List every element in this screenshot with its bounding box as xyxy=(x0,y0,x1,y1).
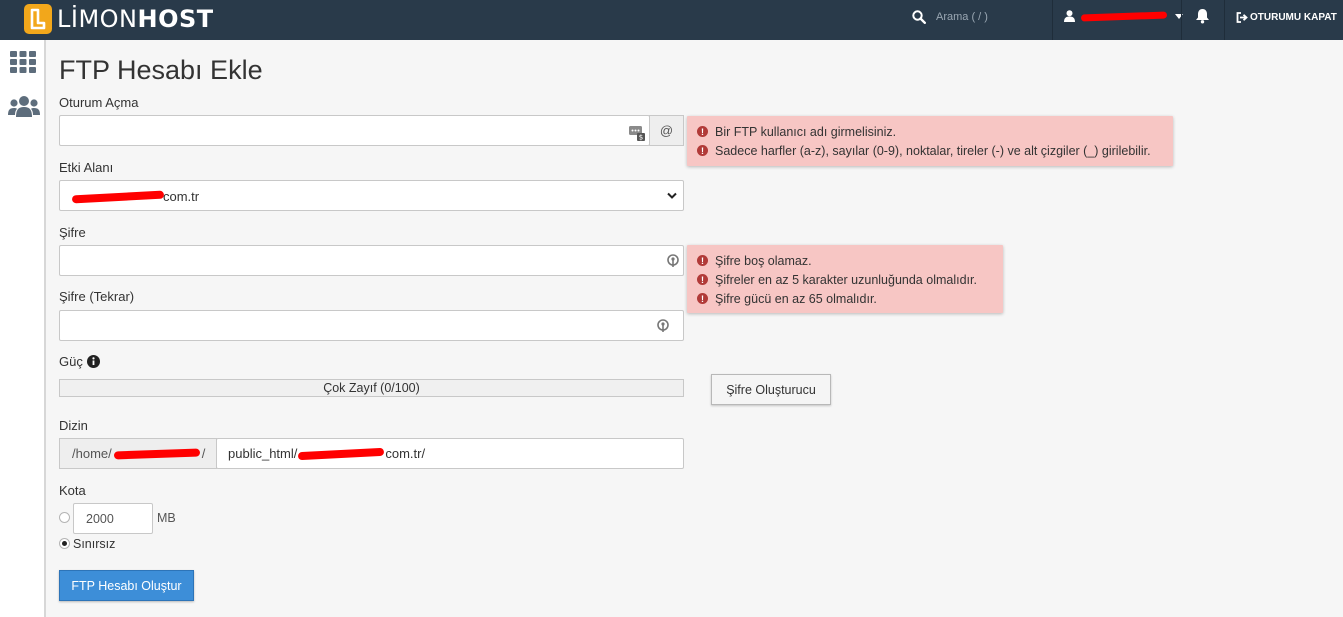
notifications-button[interactable] xyxy=(1195,8,1210,29)
directory-prefix-start: /home/ xyxy=(72,446,112,461)
error-text: Şifreler en az 5 karakter uzunluğunda ol… xyxy=(715,272,977,287)
strength-text: Çok Zayıf (0/100) xyxy=(323,381,420,395)
grid-icon xyxy=(10,51,36,73)
directory-label: Dizin xyxy=(59,418,88,433)
svg-text:$: $ xyxy=(639,134,643,142)
error-row: ! Şifreler en az 5 karakter uzunluğunda … xyxy=(697,270,993,289)
info-icon[interactable] xyxy=(86,355,100,368)
login-input[interactable]: $ xyxy=(59,115,650,146)
logout-button[interactable]: OTURUMU KAPAT xyxy=(1236,12,1337,23)
error-icon: ! xyxy=(697,274,708,285)
user-icon xyxy=(1064,10,1075,22)
directory-value-start: public_html/ xyxy=(228,446,298,461)
domain-value: com.tr xyxy=(163,189,200,204)
key-icon xyxy=(667,254,679,267)
bell-icon xyxy=(1196,9,1209,24)
users-icon xyxy=(8,96,40,117)
error-icon: ! xyxy=(697,145,708,156)
error-text: Bir FTP kullanıcı adı girmelisiniz. xyxy=(715,124,897,139)
quota-unlimited-radio[interactable] xyxy=(59,538,70,549)
password-generator-button[interactable]: Şifre Oluşturucu xyxy=(711,374,831,405)
search-placeholder: Arama ( / ) xyxy=(936,11,988,23)
error-icon: ! xyxy=(697,293,708,304)
domain-select[interactable]: com.tr xyxy=(59,180,684,211)
redacted-home-dir xyxy=(113,448,200,459)
users-button[interactable] xyxy=(8,95,40,122)
password-repeat-label: Şifre (Tekrar) xyxy=(59,289,135,304)
error-text: Şifre gücü en az 65 olmalıdır. xyxy=(715,291,877,306)
logout-icon xyxy=(1236,12,1248,23)
password-manager-icon: $ xyxy=(629,126,645,142)
brand-name-light: LİMON xyxy=(57,5,138,33)
search-box[interactable]: Arama ( / ) xyxy=(912,10,988,24)
login-label: Oturum Açma xyxy=(59,95,139,110)
error-text: Sadece harfler (a-z), sayılar (0-9), nok… xyxy=(715,143,1151,158)
quota-unit: MB xyxy=(157,511,176,525)
topbar-divider xyxy=(1224,0,1225,40)
strength-meter: Çok Zayıf (0/100) xyxy=(59,379,684,397)
brand-name: LİMONHOST xyxy=(57,5,214,33)
login-error-alert: ! Bir FTP kullanıcı adı girmelisiniz. ! … xyxy=(687,116,1173,166)
at-addon: @ xyxy=(649,115,684,146)
error-text: Şifre boş olamaz. xyxy=(715,253,812,268)
grid-apps-button[interactable] xyxy=(10,51,36,78)
chevron-down-icon xyxy=(667,192,677,199)
brand-logo[interactable]: LİMONHOST xyxy=(24,3,214,35)
strength-label-wrap: Güç xyxy=(59,354,100,369)
error-icon: ! xyxy=(697,255,708,266)
directory-input[interactable]: public_html/ com.tr/ xyxy=(216,438,684,469)
logout-label: OTURUMU KAPAT xyxy=(1250,12,1337,23)
domain-label: Etki Alanı xyxy=(59,160,114,175)
create-ftp-account-button[interactable]: FTP Hesabı Oluştur xyxy=(59,570,194,601)
quota-input[interactable]: 2000 xyxy=(73,503,153,534)
password-error-alert: ! Şifre boş olamaz. ! Şifreler en az 5 k… xyxy=(687,245,1003,313)
sidebar xyxy=(0,40,46,617)
lemon-logo-icon xyxy=(24,4,52,34)
top-bar: LİMONHOST Arama ( / ) OTURUMU KAPAT xyxy=(0,0,1343,40)
quota-unlimited-label[interactable]: Sınırsız xyxy=(73,537,115,551)
redacted-username xyxy=(1080,11,1168,21)
topbar-divider xyxy=(1052,0,1053,40)
redacted-directory-domain xyxy=(298,447,385,460)
key-icon xyxy=(657,319,669,332)
user-menu[interactable] xyxy=(1064,10,1183,22)
directory-prefix: /home/ / xyxy=(59,438,217,469)
error-row: ! Şifre boş olamaz. xyxy=(697,251,993,270)
error-icon: ! xyxy=(697,126,708,137)
page-title: FTP Hesabı Ekle xyxy=(59,55,263,85)
topbar-divider xyxy=(1181,0,1182,40)
strength-label: Güç xyxy=(59,354,83,369)
password-label: Şifre xyxy=(59,225,86,240)
quota-label: Kota xyxy=(59,483,86,498)
error-row: ! Şifre gücü en az 65 olmalıdır. xyxy=(697,289,993,308)
quota-limited-radio[interactable] xyxy=(59,512,70,523)
error-row: ! Bir FTP kullanıcı adı girmelisiniz. xyxy=(697,122,1163,141)
brand-name-bold: HOST xyxy=(137,5,214,33)
password-input[interactable] xyxy=(59,245,684,276)
directory-prefix-end: / xyxy=(201,446,206,461)
search-icon xyxy=(912,10,926,24)
quota-value: 2000 xyxy=(86,511,114,526)
error-row: ! Sadece harfler (a-z), sayılar (0-9), n… xyxy=(697,141,1163,160)
password-repeat-input[interactable] xyxy=(59,310,684,341)
directory-value-end: com.tr/ xyxy=(385,446,426,461)
redacted-domain xyxy=(71,190,165,204)
